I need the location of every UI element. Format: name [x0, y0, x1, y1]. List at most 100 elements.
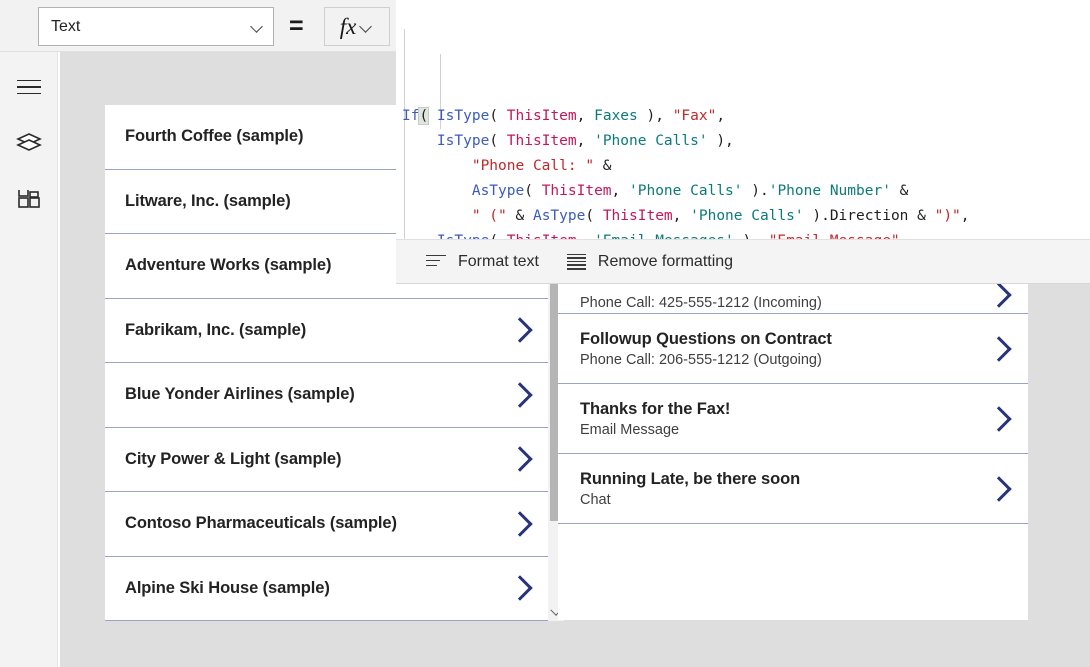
activity-list-item[interactable]: Running Late, be there soon Chat	[558, 454, 1028, 524]
formula-line: " (" & AsType( ThisItem, 'Phone Calls' )…	[396, 204, 1090, 229]
formula-token: 'Phone Calls'	[629, 183, 743, 199]
company-list-item[interactable]: Blue Yonder Airlines (sample)	[105, 363, 549, 428]
formula-token: 'Phone Number'	[769, 183, 891, 199]
company-list-item[interactable]: Fabrikam, Inc. (sample)	[105, 299, 549, 364]
formula-token: (	[585, 208, 602, 224]
formula-token: AsType	[472, 183, 524, 199]
formula-code-editor[interactable]: If( IsType( ThisItem, Faxes ), "Fax", Is…	[396, 4, 1090, 240]
formula-token: ,	[716, 108, 725, 124]
chevron-right-icon[interactable]	[988, 333, 1008, 365]
activity-list-item[interactable]: Thanks for the Fax! Email Message	[558, 384, 1028, 454]
company-list-item[interactable]: City Power & Light (sample)	[105, 428, 549, 493]
company-item-title: Fabrikam, Inc. (sample)	[125, 321, 509, 340]
company-list-item[interactable]: Alpine Ski House (sample)	[105, 557, 549, 622]
sidebar-item-tree-view[interactable]	[0, 120, 58, 166]
formula-token	[402, 133, 437, 149]
components-grid-icon	[16, 190, 42, 214]
formula-token: ,	[673, 208, 690, 224]
property-select[interactable]: Text	[38, 7, 274, 46]
remove-formatting-button[interactable]: Remove formatting	[553, 240, 747, 284]
property-select-value: Text	[51, 19, 251, 35]
activity-item-text: Phone Call: 425-555-1212 (Incoming)	[580, 295, 988, 311]
chevron-right-icon[interactable]	[509, 379, 529, 411]
chevron-right-icon[interactable]	[988, 473, 1008, 505]
formula-token: IsType	[437, 108, 489, 124]
formula-token: AsType	[533, 208, 585, 224]
fx-icon: fx	[340, 15, 357, 38]
company-list-item[interactable]: Contoso Pharmaceuticals (sample)	[105, 492, 549, 557]
chevron-right-icon[interactable]	[988, 403, 1008, 435]
fx-expand-button[interactable]: fx	[324, 7, 390, 46]
formula-token: &	[594, 158, 611, 174]
app-root: Text = fx Fourth	[0, 0, 1090, 667]
lines-icon	[567, 254, 586, 270]
formula-format-toolbar: Format text Remove formatting	[396, 239, 1090, 283]
chevron-right-icon[interactable]	[509, 314, 529, 346]
formula-token: If	[402, 108, 419, 124]
equals-label: =	[289, 12, 304, 40]
formula-line: If( IsType( ThisItem, Faxes ), "Fax",	[396, 104, 1090, 129]
layers-tree-view-icon	[16, 131, 42, 155]
formula-token: ).	[743, 183, 769, 199]
formula-token: (	[524, 183, 541, 199]
remove-formatting-label: Remove formatting	[598, 253, 733, 271]
chevron-down-icon	[360, 22, 374, 31]
hamburger-menu-icon	[17, 80, 41, 95]
formula-token: 'Phone Calls'	[690, 208, 804, 224]
sidebar-item-menu[interactable]	[0, 64, 58, 110]
formula-token: (	[489, 133, 506, 149]
formula-line: AsType( ThisItem, 'Phone Calls' ).'Phone…	[396, 179, 1090, 204]
activity-item-subtitle: Chat	[580, 492, 988, 508]
company-item-title: Alpine Ski House (sample)	[125, 579, 509, 598]
formula-token: "Phone Call: "	[472, 158, 594, 174]
formula-token: ,	[577, 133, 594, 149]
company-item-text: Fabrikam, Inc. (sample)	[125, 321, 509, 340]
formula-token: (	[489, 108, 506, 124]
formula-token: ThisItem	[507, 108, 577, 124]
formula-token: &	[891, 183, 908, 199]
formula-token: &	[507, 208, 533, 224]
formula-token: ThisItem	[603, 208, 673, 224]
formula-token: Faxes	[594, 108, 638, 124]
activity-item-title: Thanks for the Fax!	[580, 400, 988, 419]
formula-token: (	[419, 108, 428, 124]
format-text-button[interactable]: Format text	[412, 240, 553, 284]
formula-token	[402, 158, 472, 174]
formula-token: ),	[638, 108, 673, 124]
company-item-text: City Power & Light (sample)	[125, 450, 509, 469]
activity-item-text: Running Late, be there soon Chat	[580, 470, 988, 508]
formula-token: ,	[612, 183, 629, 199]
formula-token: " ("	[472, 208, 507, 224]
chevron-right-icon[interactable]	[509, 508, 529, 540]
activity-item-subtitle: Phone Call: 206-555-1212 (Outgoing)	[580, 352, 988, 368]
activity-item-text: Followup Questions on Contract Phone Call…	[580, 330, 988, 368]
activity-list-item[interactable]: Followup Questions on Contract Phone Call…	[558, 314, 1028, 384]
activity-item-text: Thanks for the Fax! Email Message	[580, 400, 988, 438]
formula-editor-panel: If( IsType( ThisItem, Faxes ), "Fax", Is…	[396, 0, 1090, 284]
formula-line: IsType( ThisItem, 'Phone Calls' ),	[396, 129, 1090, 154]
formula-line: "Phone Call: " &	[396, 154, 1090, 179]
formula-token: ,	[577, 108, 594, 124]
activity-item-subtitle: Phone Call: 425-555-1212 (Incoming)	[580, 295, 988, 311]
formula-token: ThisItem	[542, 183, 612, 199]
activity-item-title: Followup Questions on Contract	[580, 330, 988, 349]
formula-token: ).Direction &	[804, 208, 935, 224]
company-item-text: Alpine Ski House (sample)	[125, 579, 509, 598]
formula-token	[428, 108, 437, 124]
company-item-text: Blue Yonder Airlines (sample)	[125, 385, 509, 404]
activity-item-title: Running Late, be there soon	[580, 470, 988, 489]
formula-token: 'Phone Calls'	[594, 133, 708, 149]
formula-token: ")"	[935, 208, 961, 224]
left-icon-rail	[0, 52, 58, 667]
activity-item-subtitle: Email Message	[580, 422, 988, 438]
chevron-right-icon[interactable]	[509, 572, 529, 604]
formula-token: ThisItem	[507, 133, 577, 149]
formula-token	[402, 208, 472, 224]
formula-token: "Fax"	[673, 108, 717, 124]
sidebar-item-components[interactable]	[0, 179, 58, 225]
chevron-right-icon[interactable]	[509, 443, 529, 475]
company-item-title: City Power & Light (sample)	[125, 450, 509, 469]
formula-token: ),	[708, 133, 734, 149]
formula-token: IsType	[437, 133, 489, 149]
activities-gallery[interactable]: Phone Call: 425-555-1212 (Incoming) Follo…	[558, 272, 1028, 620]
